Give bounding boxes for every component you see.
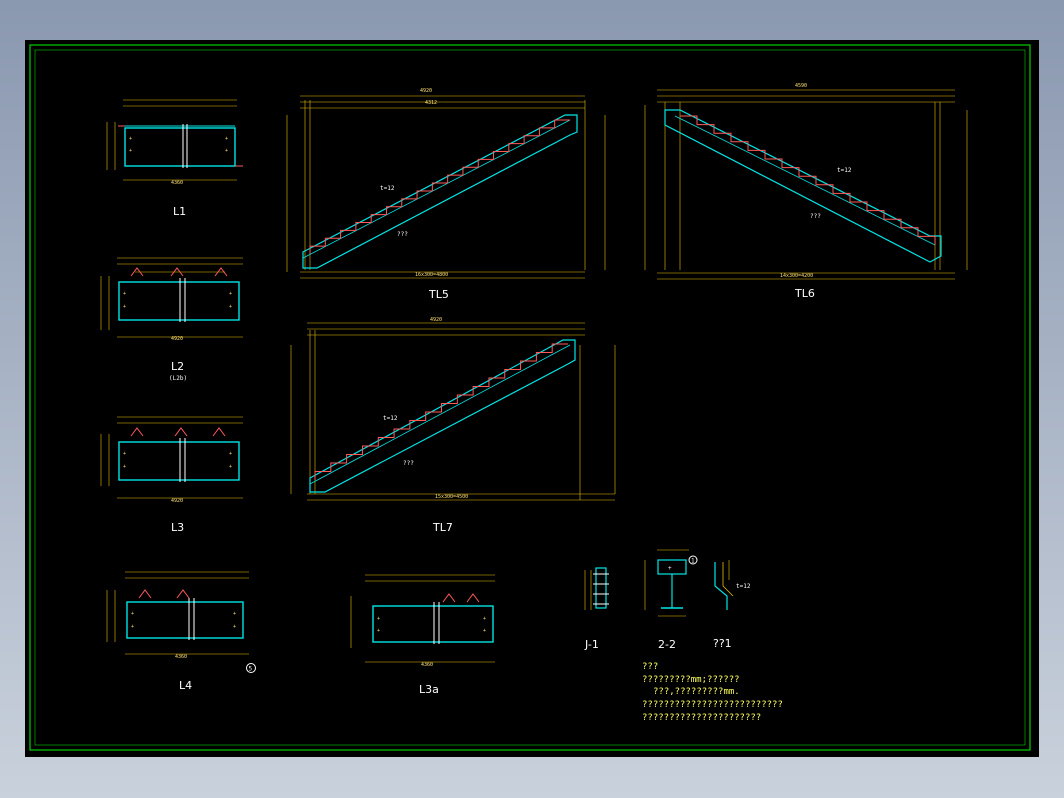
svg-text:+: + bbox=[377, 628, 380, 634]
cad-drawing: ++ ++ 4360 L1 ++ ++ 4920 L2 (L2b) ++ ++ … bbox=[29, 44, 1031, 751]
t12-annotation: t=12 bbox=[837, 167, 852, 174]
label-l1: L1 bbox=[173, 205, 186, 218]
svg-text:+: + bbox=[233, 624, 236, 630]
svg-text:+: + bbox=[229, 291, 232, 297]
dim-text: 4312 bbox=[425, 100, 437, 106]
dim-text: 4360 bbox=[171, 180, 183, 186]
dim-text: 4920 bbox=[420, 88, 432, 94]
weld-annotation: ??? bbox=[397, 231, 408, 238]
weld-annotation: ??? bbox=[810, 213, 821, 220]
notes-line-1: ?????????mm;?????? bbox=[642, 675, 740, 685]
label-tl5: TL5 bbox=[428, 288, 449, 301]
notes-line-4: ?????????????????????? bbox=[642, 713, 761, 723]
dim-text: 4360 bbox=[421, 662, 433, 668]
label-q1: ??1 bbox=[713, 637, 732, 650]
label-j1: J-1 bbox=[584, 638, 599, 651]
label-tl7: TL7 bbox=[432, 521, 453, 534]
t12-annotation: t=12 bbox=[736, 583, 751, 590]
dim-text: 4920 bbox=[171, 336, 183, 342]
svg-text:+: + bbox=[229, 304, 232, 310]
svg-text:+: + bbox=[483, 628, 486, 634]
t12-annotation: t=12 bbox=[383, 415, 398, 422]
callout-5: 5 bbox=[249, 666, 253, 673]
svg-text:+: + bbox=[668, 565, 672, 572]
svg-text:+: + bbox=[123, 464, 126, 470]
svg-text:+: + bbox=[483, 616, 486, 622]
notes-line-3: ?????????????????????????? bbox=[642, 700, 783, 710]
dim-text: 14x300=4200 bbox=[780, 273, 813, 279]
beam-l1-drawing: + + + + 4360 bbox=[106, 99, 243, 186]
dim-text: 15x300=4500 bbox=[435, 494, 468, 500]
svg-text:+: + bbox=[377, 616, 380, 622]
beam-l2-drawing: + + + + 4920 bbox=[100, 257, 243, 342]
svg-text:+: + bbox=[123, 451, 126, 457]
label-l4: L4 bbox=[179, 679, 192, 692]
svg-text:+: + bbox=[123, 291, 126, 297]
beam-l3a-drawing: + + + + 4360 bbox=[350, 574, 495, 668]
svg-text:+: + bbox=[229, 464, 232, 470]
stair-tl6-drawing: t=12 ??? 14x300=4200 4590 bbox=[644, 83, 968, 280]
beam-l3-drawing: + + + + 4920 bbox=[100, 416, 243, 504]
label-22: 2-2 bbox=[658, 638, 676, 651]
label-l3: L3 bbox=[171, 521, 184, 534]
notes-title: ??? bbox=[642, 662, 658, 672]
notes-block: ??? ?????????mm;?????? ???,?????????mm. … bbox=[642, 662, 783, 723]
label-l3a: L3a bbox=[419, 683, 439, 696]
label-l2: L2 bbox=[171, 360, 184, 373]
svg-text:+: + bbox=[225, 136, 228, 142]
dim-text: 4360 bbox=[175, 654, 187, 660]
detail-q1-drawing: t=12 bbox=[714, 560, 751, 610]
t12-annotation: t=12 bbox=[380, 185, 395, 192]
svg-text:+: + bbox=[131, 611, 134, 617]
section-22-drawing: + 1 bbox=[644, 549, 698, 617]
svg-text:+: + bbox=[129, 136, 132, 142]
weld-annotation: ??? bbox=[403, 460, 414, 467]
callout-1: 1 bbox=[691, 558, 695, 565]
dim-text: 4590 bbox=[795, 83, 807, 89]
svg-text:+: + bbox=[129, 148, 132, 154]
beam-l4-drawing: + + + + 4360 5 bbox=[106, 571, 256, 673]
svg-text:+: + bbox=[131, 624, 134, 630]
svg-text:+: + bbox=[233, 611, 236, 617]
outer-frame bbox=[29, 44, 1031, 751]
drawing-canvas: + + + + 4360 L1 + + + + 4920 L2 (L2b) + + + + … bbox=[25, 40, 1039, 757]
svg-text:+: + bbox=[123, 304, 126, 310]
stair-tl7-drawing: t=12 ??? 15x300=4500 4920 bbox=[290, 317, 616, 501]
dim-text: 16x300=4800 bbox=[415, 272, 448, 278]
dim-text: 4920 bbox=[430, 317, 442, 323]
label-tl6: TL6 bbox=[794, 287, 815, 300]
stair-tl5-drawing: t=12 ??? 16x300=4800 4920 4312 bbox=[286, 88, 606, 279]
dim-text: 4920 bbox=[171, 498, 183, 504]
notes-line-2: ???,?????????mm. bbox=[653, 687, 740, 697]
svg-text:+: + bbox=[225, 148, 228, 154]
label-l2-sub: (L2b) bbox=[169, 375, 187, 382]
section-j1-drawing bbox=[584, 567, 609, 610]
svg-text:+: + bbox=[229, 451, 232, 457]
